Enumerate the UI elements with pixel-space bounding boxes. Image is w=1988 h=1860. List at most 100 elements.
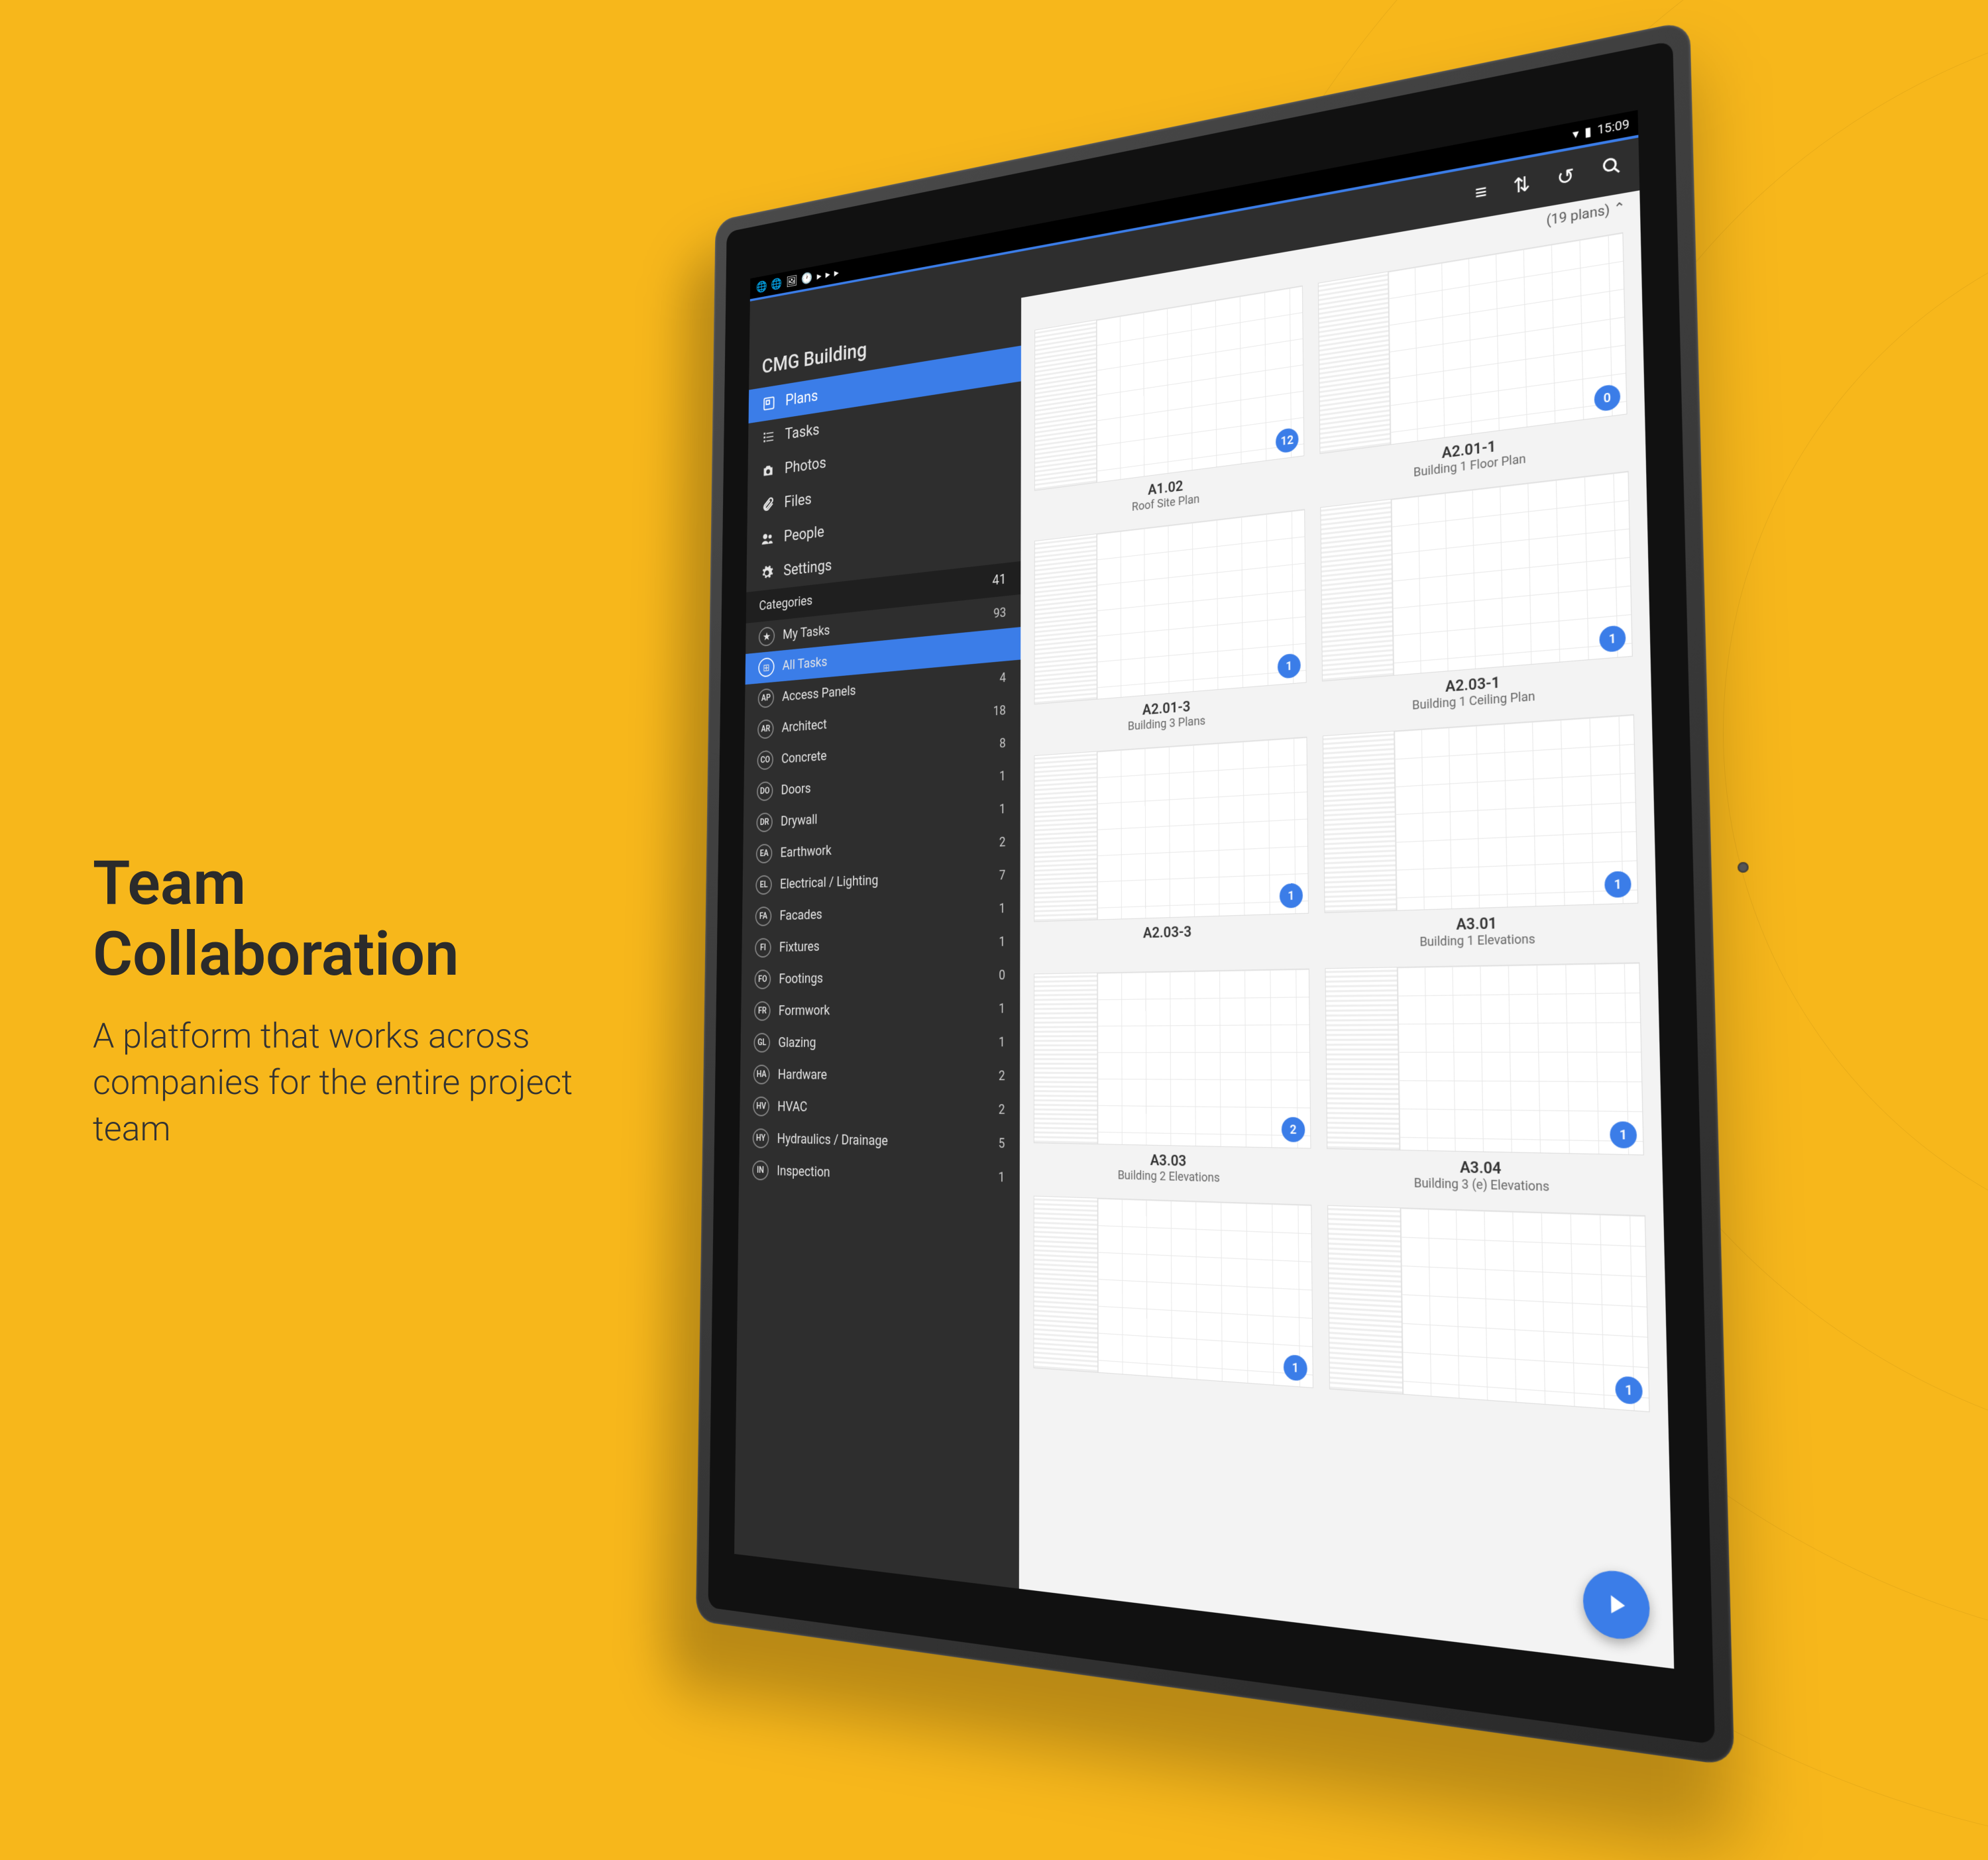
category-label: Doors <box>781 769 991 798</box>
plan-thumbnail: 1 <box>1327 1205 1650 1412</box>
plan-card[interactable]: 12 A1.02 Roof Site Plan <box>1034 286 1305 526</box>
search-icon[interactable] <box>1601 154 1622 183</box>
category-code-badge: FR <box>754 1001 771 1021</box>
category-item[interactable]: HA Hardware 2 <box>740 1059 1020 1093</box>
plan-card[interactable]: 1 A3.01 Building 1 Elevations <box>1323 714 1639 952</box>
category-count: 2 <box>999 1067 1005 1083</box>
category-code-badge: HY <box>753 1128 769 1148</box>
category-label: Drywall <box>781 802 990 829</box>
category-label: Facades <box>779 901 990 923</box>
category-label: Hardware <box>778 1067 990 1083</box>
tablet-frame: 🌐 🌐 🖼 🕐 ▸ ▸ ▸ ▾ ▮ 15:09 ≡ <box>696 21 1734 1767</box>
category-label: Formwork <box>779 1001 990 1018</box>
category-code-badge: EL <box>755 875 772 895</box>
menu-icon[interactable]: ≡ <box>1475 180 1488 205</box>
plans-icon <box>761 394 777 413</box>
category-label: Glazing <box>778 1034 989 1050</box>
plan-code: A3.04 <box>1460 1159 1502 1178</box>
photos-icon <box>761 461 776 481</box>
people-icon <box>760 529 775 548</box>
category-count: 8 <box>999 736 1006 751</box>
category-code-badge: DO <box>757 781 773 801</box>
category-code-badge: GL <box>753 1033 770 1053</box>
category-item[interactable]: FOFootings0 <box>742 957 1021 995</box>
plan-name: Building 3 Plans <box>1128 714 1205 733</box>
plan-thumbnail: 12 <box>1034 286 1304 491</box>
category-count: 1 <box>999 934 1005 949</box>
category-code-badge: DR <box>756 812 773 832</box>
tasks-icon <box>761 427 776 447</box>
plan-thumbnail: 1 <box>1323 714 1638 913</box>
sidebar: CMG Building PlansTasksPhotosFilesPeople… <box>734 298 1021 1588</box>
plan-card[interactable]: 1 A3.04 Building 3 (e) Elevations <box>1325 962 1645 1197</box>
chevron-up-icon: ⌃ <box>1613 198 1626 217</box>
category-code-badge: AR <box>757 719 774 739</box>
plan-card[interactable]: 1 <box>1033 1196 1313 1395</box>
grid-icon: ⊞ <box>758 657 775 678</box>
marketing-title: Team Collaboration <box>93 848 610 990</box>
category-count: 5 <box>999 1135 1005 1151</box>
nav-label: Plans <box>785 387 818 410</box>
category-code-badge: HA <box>753 1065 770 1085</box>
image-icon: 🖼 <box>786 274 797 288</box>
plan-thumbnail: 1 <box>1325 962 1643 1155</box>
nav-label: Tasks <box>785 421 819 443</box>
category-count: 7 <box>999 867 1006 883</box>
category-code-badge: FO <box>755 969 771 989</box>
star-icon: ★ <box>759 626 775 647</box>
category-code-badge: AP <box>758 688 775 708</box>
category-count: 1 <box>999 801 1006 817</box>
category-count: 18 <box>993 702 1006 718</box>
plan-thumbnail: 1 <box>1033 1196 1313 1388</box>
plan-card[interactable]: 1 A2.03-1 Building 1 Ceiling Plan <box>1320 471 1633 720</box>
category-count: 2 <box>999 834 1006 850</box>
category-label: Earthwork <box>780 835 990 861</box>
plan-name: Building 3 (e) Elevations <box>1414 1176 1550 1194</box>
plan-thumbnail: 1 <box>1034 509 1307 704</box>
category-count: 0 <box>999 967 1005 983</box>
category-count: 1 <box>999 1001 1005 1016</box>
plan-thumbnail: 1 <box>1034 737 1309 922</box>
category-code-badge: HV <box>753 1097 769 1117</box>
plan-code: A3.01 <box>1456 915 1497 934</box>
category-item[interactable]: GLGlazing1 <box>740 1025 1020 1059</box>
category-code-badge: FI <box>755 938 771 957</box>
marketing-subtitle: A platform that works across companies f… <box>93 1013 610 1153</box>
play-icon: ▸ <box>826 268 830 281</box>
category-item[interactable]: HVHVAC2 <box>740 1090 1020 1126</box>
category-count: 1 <box>999 768 1006 784</box>
plan-card[interactable]: 2 A3.03 Building 2 Elevations <box>1034 969 1311 1188</box>
category-label: Inspection <box>777 1163 989 1185</box>
play-icon: ▸ <box>817 270 822 283</box>
category-label: Electrical / Lighting <box>780 867 990 892</box>
plan-badge: 1 <box>1610 1121 1637 1148</box>
filter-icon[interactable]: ⇅ <box>1513 172 1531 199</box>
category-count: 4 <box>999 670 1006 686</box>
plan-card[interactable]: 1 A2.01-3 Building 3 Plans <box>1034 509 1307 740</box>
category-item[interactable]: FR Formwork 1 <box>741 991 1020 1027</box>
status-time: 15:09 <box>1597 117 1629 137</box>
plan-card[interactable]: 0 A2.01-1 Building 1 Floor Plan <box>1318 233 1628 492</box>
history-icon[interactable]: ↺ <box>1557 164 1574 191</box>
plans-area: (19 plans) ⌃ 12 A1.02 Roof Site Plan 0 A… <box>1019 190 1674 1669</box>
plan-name: Building 2 Elevations <box>1118 1168 1220 1185</box>
clock-icon: 🕐 <box>801 271 812 286</box>
marketing-text: Team Collaboration A platform that works… <box>93 848 610 1153</box>
settings-icon <box>759 563 775 582</box>
wifi-icon: ▾ <box>1573 127 1579 142</box>
category-count: 1 <box>999 901 1006 916</box>
plan-card[interactable]: 1 <box>1327 1205 1650 1420</box>
category-code-badge: EA <box>756 844 773 863</box>
plan-badge: 2 <box>1282 1117 1305 1142</box>
nav-label: Files <box>784 490 812 512</box>
globe-icon: 🌐 <box>756 280 767 294</box>
plan-thumbnail: 2 <box>1034 969 1311 1149</box>
nav-label: Settings <box>783 557 832 580</box>
plan-card[interactable]: 1 A2.03-3 <box>1034 737 1309 958</box>
plan-code: A2.03-3 <box>1143 924 1191 942</box>
category-item[interactable]: INInspection1 <box>739 1154 1020 1195</box>
category-code-badge: FA <box>755 906 772 926</box>
plan-thumbnail: 0 <box>1318 233 1628 455</box>
nav-label: Photos <box>785 454 826 478</box>
category-count: 2 <box>999 1101 1005 1117</box>
